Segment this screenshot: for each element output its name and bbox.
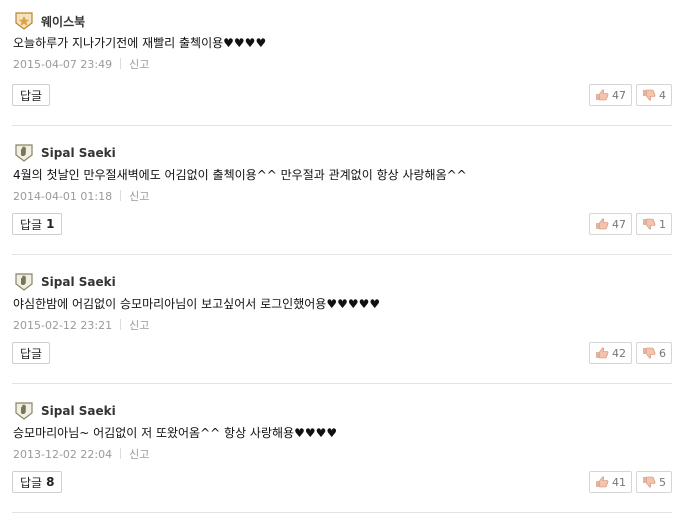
- report-link[interactable]: 신고: [129, 319, 149, 332]
- comment-date: 2015-04-07 23:49: [13, 58, 113, 71]
- comment-divider: [12, 125, 672, 126]
- comment-text: 승모마리아님~ 어김없이 저 또왔어옴^^ 항상 사랑해용♥♥♥♥: [13, 426, 338, 440]
- thumbs-up-icon: [596, 218, 609, 230]
- dislike-button[interactable]: 6: [636, 342, 672, 364]
- comment-item: Sipal Saeki 야심한밤에 어김없이 승모마리아님이 보고싶어서 로그인…: [0, 271, 672, 381]
- vote-group: 41 5: [589, 471, 672, 493]
- meta-divider: [120, 58, 122, 69]
- comment-header: Sipal Saeki: [14, 271, 116, 293]
- reply-count: 1: [46, 217, 55, 231]
- comment-item: 웨이스북 오늘하루가 지나가기전에 재빨리 출첵이용♥♥♥♥ 2015-04-0…: [0, 10, 672, 120]
- author-name[interactable]: 웨이스북: [41, 13, 85, 30]
- like-count: 41: [612, 475, 626, 489]
- meta-divider: [120, 319, 122, 330]
- report-link[interactable]: 신고: [129, 448, 149, 461]
- comment-divider: [12, 512, 672, 513]
- rookie-badge-icon: [15, 402, 33, 420]
- like-button[interactable]: 47: [589, 84, 632, 106]
- dislike-count: 5: [659, 475, 666, 489]
- meta-divider: [120, 190, 122, 201]
- comment-meta: 2013-12-02 22:04 신고: [13, 446, 149, 462]
- report-link[interactable]: 신고: [129, 190, 149, 203]
- comment-text: 야심한밤에 어김없이 승모마리아님이 보고싶어서 로그인했어용♥♥♥♥♥: [13, 297, 381, 311]
- like-button[interactable]: 47: [589, 213, 632, 235]
- rookie-badge-icon: [15, 144, 33, 162]
- comment-header: Sipal Saeki: [14, 400, 116, 422]
- thumbs-up-icon: [596, 476, 609, 488]
- reply-label: 답글: [20, 217, 43, 232]
- reply-label: 답글: [20, 88, 43, 103]
- dislike-count: 6: [659, 346, 666, 360]
- reply-label: 답글: [20, 475, 43, 490]
- vote-group: 47 4: [589, 84, 672, 106]
- meta-divider: [120, 448, 122, 459]
- comment-item: Sipal Saeki 승모마리아님~ 어김없이 저 또왔어옴^^ 항상 사랑해…: [0, 400, 672, 510]
- comment-header: 웨이스북: [14, 10, 85, 32]
- report-link[interactable]: 신고: [129, 58, 149, 71]
- comment-meta: 2015-02-12 23:21 신고: [13, 317, 149, 333]
- reply-button[interactable]: 답글: [12, 84, 51, 106]
- reply-label: 답글: [20, 346, 43, 361]
- author-name[interactable]: Sipal Saeki: [41, 404, 116, 418]
- like-count: 47: [612, 88, 626, 102]
- vote-group: 47 1: [589, 213, 672, 235]
- reply-button[interactable]: 답글: [12, 342, 51, 364]
- thumbs-down-icon: [643, 476, 656, 488]
- comment-text: 오늘하루가 지나가기전에 재빨리 출첵이용♥♥♥♥: [13, 36, 267, 50]
- dislike-button[interactable]: 4: [636, 84, 672, 106]
- dislike-count: 1: [659, 217, 666, 231]
- comment-date: 2015-02-12 23:21: [13, 319, 113, 332]
- comment-date: 2013-12-02 22:04: [13, 448, 113, 461]
- comment-header: Sipal Saeki: [14, 142, 116, 164]
- dislike-button[interactable]: 1: [636, 213, 672, 235]
- thumbs-down-icon: [643, 347, 656, 359]
- rookie-badge-icon: [15, 273, 33, 291]
- reply-button[interactable]: 답글 8: [12, 471, 63, 493]
- comment-meta: 2014-04-01 01:18 신고: [13, 188, 149, 204]
- vote-group: 42 6: [589, 342, 672, 364]
- comment-item: Sipal Saeki 4월의 첫날인 만우절새벽에도 어김없이 출첵이용^^ …: [0, 142, 672, 252]
- dislike-button[interactable]: 5: [636, 471, 672, 493]
- like-button[interactable]: 41: [589, 471, 632, 493]
- like-count: 42: [612, 346, 626, 360]
- comment-meta: 2015-04-07 23:49 신고: [13, 56, 149, 72]
- reply-count: 8: [46, 475, 55, 489]
- like-count: 47: [612, 217, 626, 231]
- thumbs-down-icon: [643, 89, 656, 101]
- thumbs-down-icon: [643, 218, 656, 230]
- dislike-count: 4: [659, 88, 666, 102]
- like-button[interactable]: 42: [589, 342, 632, 364]
- author-name[interactable]: Sipal Saeki: [41, 146, 116, 160]
- reply-button[interactable]: 답글 1: [12, 213, 63, 235]
- thumbs-up-icon: [596, 347, 609, 359]
- author-name[interactable]: Sipal Saeki: [41, 275, 116, 289]
- comment-text: 4월의 첫날인 만우절새벽에도 어김없이 출첵이용^^ 만우절과 관계없이 항상…: [13, 168, 467, 182]
- thumbs-up-icon: [596, 89, 609, 101]
- star-badge-icon: [15, 12, 33, 30]
- comment-divider: [12, 254, 672, 255]
- comment-divider: [12, 383, 672, 384]
- comment-date: 2014-04-01 01:18: [13, 190, 113, 203]
